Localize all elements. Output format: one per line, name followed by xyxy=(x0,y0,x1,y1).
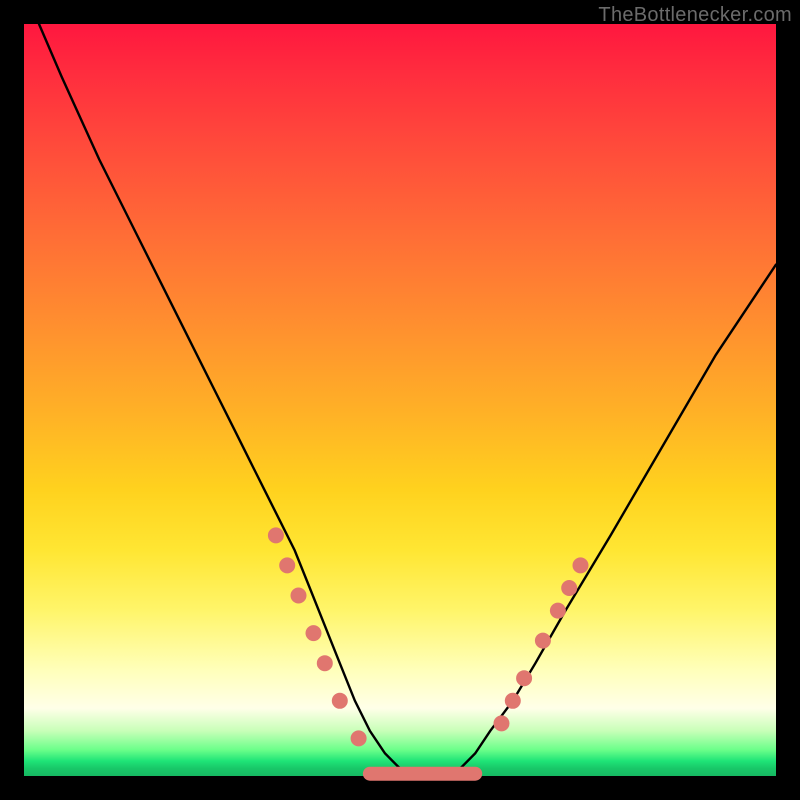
app-frame: TheBottleneсker.com xyxy=(0,0,800,800)
markers-right xyxy=(494,557,589,731)
chart-svg xyxy=(24,24,776,776)
curve-marker xyxy=(317,655,333,671)
curve-marker xyxy=(268,527,284,543)
curve-marker xyxy=(550,603,566,619)
curve-marker xyxy=(535,633,551,649)
curve-marker xyxy=(573,557,589,573)
curve-marker xyxy=(561,580,577,596)
curve-marker xyxy=(306,625,322,641)
chart-plot-area xyxy=(24,24,776,776)
curve-marker xyxy=(494,715,510,731)
curve-marker xyxy=(279,557,295,573)
curve-marker xyxy=(505,693,521,709)
curve-marker xyxy=(291,588,307,604)
curve-marker xyxy=(516,670,532,686)
curve-marker xyxy=(351,730,367,746)
bottleneck-curve xyxy=(39,24,776,776)
markers-left xyxy=(268,527,367,746)
curve-marker xyxy=(332,693,348,709)
